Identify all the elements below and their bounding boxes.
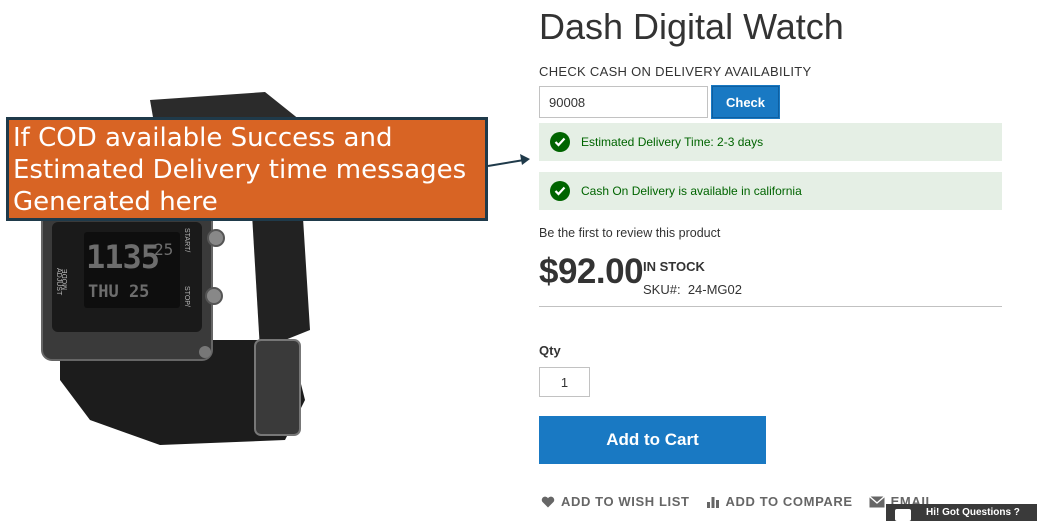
chat-widget[interactable]: Hi! Got Questions ?: [886, 504, 1037, 521]
watch-display: 1135 25 THU 25: [86, 238, 180, 304]
sku-value: 24-MG02: [687, 282, 743, 297]
annotation-callout: If COD available Success and Estimated D…: [6, 117, 488, 221]
bar-chart-icon: [706, 496, 719, 508]
add-to-wishlist-link[interactable]: ADD TO WISH LIST: [541, 494, 690, 509]
watch-label-mode: MODE: [62, 269, 69, 290]
watch-label-adjust: ADJUST: [55, 268, 62, 296]
pincode-input[interactable]: [539, 86, 708, 118]
success-check-icon: [550, 132, 570, 152]
cod-available-message: Cash On Delivery is available in califor…: [539, 172, 1002, 210]
add-to-compare-link[interactable]: ADD TO COMPARE: [706, 494, 853, 509]
delivery-time-text: Estimated Delivery Time: 2-3 days: [581, 135, 764, 149]
watch-label-stop: STOP/: [183, 286, 190, 307]
chat-label: Hi! Got Questions ?: [926, 507, 1020, 518]
watch-time: 1135: [86, 238, 160, 276]
chat-bubble-icon: [895, 509, 911, 521]
success-check-icon: [550, 181, 570, 201]
add-to-cart-button[interactable]: Add to Cart: [539, 416, 766, 464]
watch-day: THU 25: [88, 282, 150, 302]
product-price: $92.00: [539, 252, 644, 291]
heart-icon: [541, 496, 555, 507]
watch-label-start: START/: [183, 228, 190, 253]
stock-status: IN STOCK: [643, 259, 705, 274]
watch-illustration: [41, 92, 310, 445]
product-actions: ADD TO WISH LIST ADD TO COMPARE EMAIL: [541, 494, 934, 509]
delivery-time-message: Estimated Delivery Time: 2-3 days: [539, 123, 1002, 161]
cod-available-text: Cash On Delivery is available in califor…: [581, 184, 802, 198]
qty-label: Qty: [539, 343, 561, 358]
envelope-icon: [868, 495, 885, 507]
product-image: 1135 25 THU 25 ADJUST MODE START/ STOP/: [0, 0, 520, 521]
cod-check-label: CHECK CASH ON DELIVERY AVAILABILITY: [539, 64, 812, 79]
watch-seconds: 25: [154, 240, 174, 259]
review-link[interactable]: Be the first to review this product: [539, 226, 720, 240]
sku-label: SKU#:: [643, 282, 681, 297]
qty-input[interactable]: [539, 367, 590, 397]
callout-arrow-icon: [487, 154, 530, 167]
product-sku: SKU#: 24-MG02: [643, 282, 742, 297]
check-cod-button[interactable]: Check: [711, 85, 780, 119]
compare-label: ADD TO COMPARE: [725, 494, 853, 509]
product-title: Dash Digital Watch: [539, 6, 844, 47]
wishlist-label: ADD TO WISH LIST: [561, 494, 690, 509]
divider: [539, 306, 1002, 307]
